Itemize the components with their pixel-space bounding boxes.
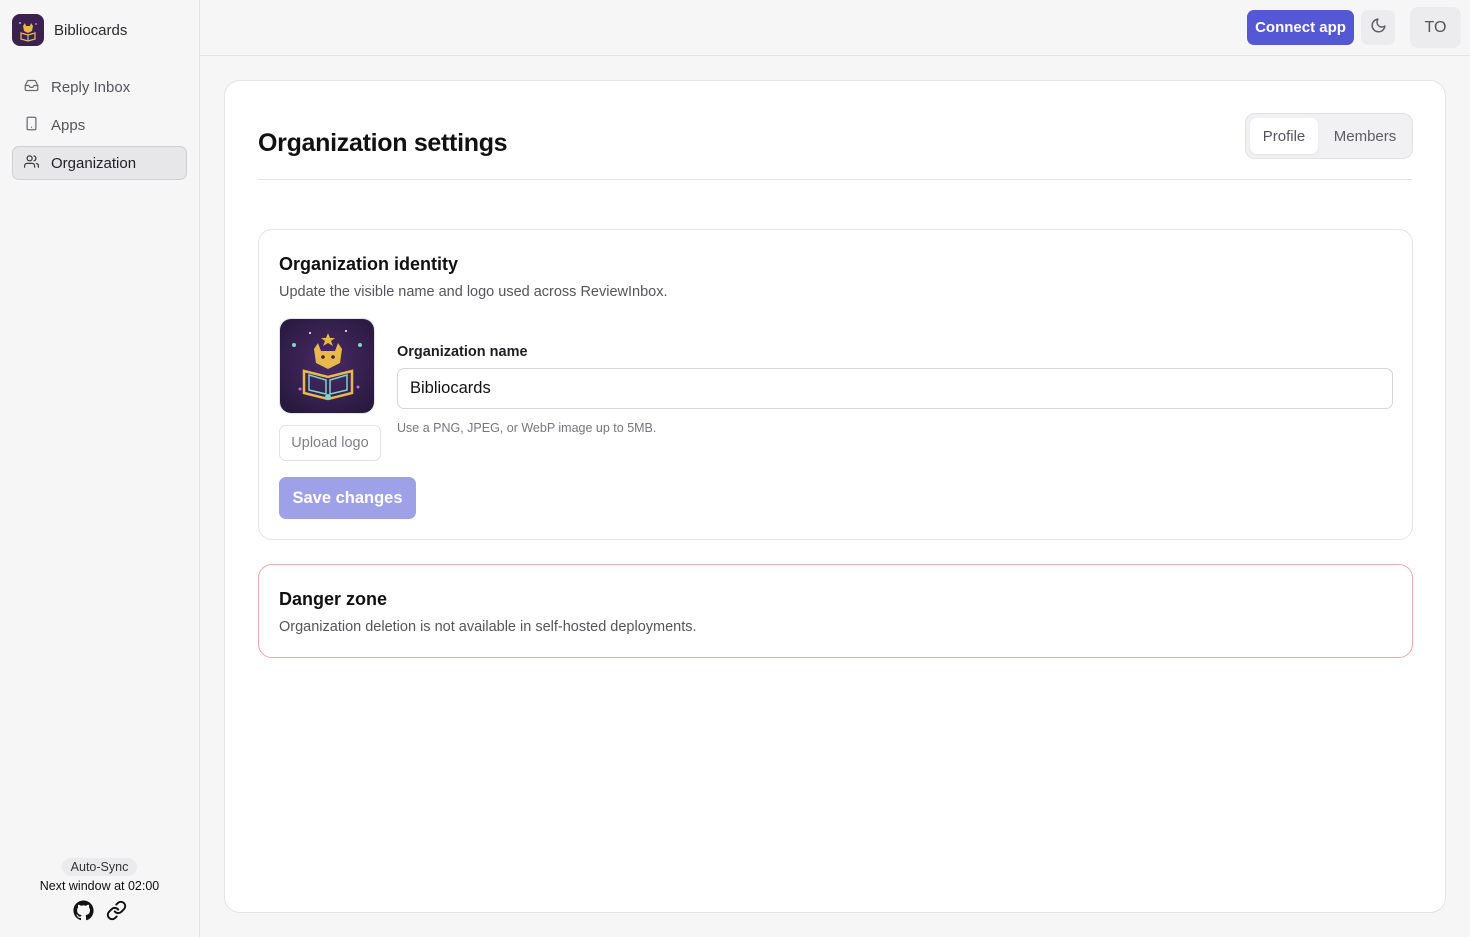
sidebar-item-reply-inbox[interactable]: Reply Inbox — [12, 70, 187, 104]
sidebar-item-label: Apps — [51, 116, 86, 134]
brand-logo — [12, 14, 44, 46]
github-icon[interactable] — [72, 900, 94, 921]
inbox-icon — [24, 78, 39, 97]
settings-panel: Organization settings Profile Members Or… — [224, 80, 1446, 913]
top-bar: Connect app TO — [200, 0, 1470, 56]
next-sync-window: Next window at 02:00 — [39, 879, 160, 893]
sidebar-item-organization[interactable]: Organization — [12, 146, 187, 180]
sidebar-item-label: Reply Inbox — [51, 78, 131, 96]
connect-app-button[interactable]: Connect app — [1247, 10, 1354, 45]
settings-tabs: Profile Members — [1245, 113, 1413, 159]
upload-hint: Use a PNG, JPEG, or WebP image up to 5MB… — [397, 421, 657, 435]
auto-sync-badge: Auto-Sync — [61, 858, 138, 876]
link-icon[interactable] — [106, 900, 127, 921]
smartphone-icon — [24, 116, 39, 135]
save-changes-button[interactable]: Save changes — [279, 477, 416, 519]
theme-toggle-button[interactable] — [1361, 10, 1395, 45]
page-title: Organization settings — [258, 129, 508, 157]
section-title: Organization identity — [279, 254, 459, 274]
sidebar-item-apps[interactable]: Apps — [12, 108, 187, 142]
upload-logo-button[interactable]: Upload logo — [279, 425, 381, 461]
organization-name-input[interactable] — [397, 368, 1393, 409]
section-description: Organization deletion is not available i… — [279, 619, 697, 635]
tab-members[interactable]: Members — [1322, 118, 1408, 154]
moon-icon — [1370, 17, 1387, 39]
organization-identity-card: Organization identity Update the visible… — [258, 229, 1413, 540]
organization-logo — [279, 318, 375, 414]
sidebar-nav: Reply Inbox Apps Organization — [12, 70, 187, 184]
sidebar: Bibliocards Reply Inbox Apps Organizatio… — [0, 0, 200, 937]
section-title: Danger zone — [279, 589, 388, 609]
brand-name: Bibliocards — [54, 21, 128, 39]
footer-links — [0, 900, 199, 921]
tab-profile[interactable]: Profile — [1250, 118, 1318, 154]
auto-sync-status: Auto-Sync Next window at 02:00 — [0, 858, 199, 921]
avatar[interactable]: TO — [1410, 7, 1461, 48]
organization-name-label: Organization name — [397, 344, 528, 360]
danger-zone-card: Danger zone Organization deletion is not… — [258, 564, 1413, 658]
users-icon — [24, 154, 39, 173]
section-description: Update the visible name and logo used ac… — [279, 284, 668, 300]
brand[interactable]: Bibliocards — [12, 14, 127, 46]
divider — [258, 179, 1412, 180]
sidebar-item-label: Organization — [51, 154, 137, 172]
